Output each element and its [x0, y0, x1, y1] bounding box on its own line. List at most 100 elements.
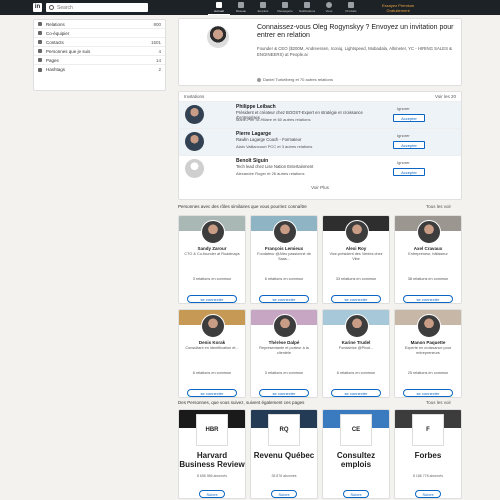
person-card[interactable]: François Lemieux Fondateur @Altro passion… — [250, 215, 318, 304]
connect-button[interactable]: se connecter — [259, 389, 309, 397]
sidebar-item-relations[interactable]: Relations 800 — [34, 20, 165, 29]
page-name[interactable]: Revenu Québec — [251, 451, 317, 460]
person-name[interactable]: Karine Trudel — [323, 340, 389, 345]
pages-see-all-link[interactable]: Tous les voir — [426, 400, 451, 405]
connect-button[interactable]: se connecter — [403, 295, 453, 303]
suggestion-title: Connaissez-vous Oleg Rogynskyy ? Envoyez… — [257, 24, 454, 39]
person-name[interactable]: Sandy Zarour — [179, 246, 245, 251]
page-logo[interactable]: HBR — [196, 414, 228, 446]
nav-label: Notifications — [298, 9, 316, 13]
person-name[interactable]: Manon Paquette — [395, 340, 461, 345]
ignore-button[interactable]: Ignorer — [397, 160, 410, 165]
avatar[interactable] — [345, 220, 369, 244]
sidebar-item-hashtags[interactable]: Hashtags 2 — [34, 65, 165, 74]
people-grid: Sandy Zarour CTO & Co-founder at Roadmaps… — [178, 215, 462, 398]
sidebar-item-contacts[interactable]: Contacts 1501 — [34, 38, 165, 47]
person-card[interactable]: Axel Cravaux Entrepreneur, bâtisseur 38 re… — [394, 215, 462, 304]
connect-button[interactable]: se connecter — [331, 295, 381, 303]
page-card[interactable]: F Forbes 8 186 778 abonnés Suivre — [394, 409, 462, 499]
avatar[interactable] — [185, 159, 204, 178]
connect-button[interactable]: se connecter — [331, 389, 381, 397]
accept-button[interactable]: Accepter — [393, 141, 425, 149]
person-name[interactable]: Thérèse Dalpé — [251, 340, 317, 345]
sidebar-item-label: Co-équipier — [46, 30, 70, 36]
page-name[interactable]: Harvard Business Review — [179, 451, 245, 469]
page-name[interactable]: Consultez emplois — [323, 451, 389, 469]
page-card[interactable]: HBR Harvard Business Review 8 658 986 abon… — [178, 409, 246, 499]
person-card[interactable]: Alexi Roy Vice-président des Ventes chez … — [322, 215, 390, 304]
page-logo[interactable]: RQ — [268, 414, 300, 446]
page-icon — [38, 58, 42, 62]
person-mutual: 3 relations en commun — [192, 277, 232, 281]
follow-button[interactable]: Suivre — [271, 490, 297, 498]
search-box[interactable] — [46, 3, 148, 12]
nav-item-messaging[interactable]: Messagerie — [274, 0, 296, 15]
sidebar-item-label: Relations — [46, 21, 65, 27]
nav-item-me[interactable]: Vous — [318, 0, 340, 15]
page-logo[interactable]: F — [412, 414, 444, 446]
pages-grid: HBR Harvard Business Review 8 658 986 abon… — [178, 409, 462, 499]
see-all-invitations-link[interactable]: Voir les 20 — [435, 94, 456, 99]
avatar[interactable] — [207, 26, 229, 48]
person-name[interactable]: Alexi Roy — [323, 246, 389, 251]
connect-button[interactable]: se connecter — [403, 389, 453, 397]
invitation-row: Pierre Lagarge Rawlin Lagarge Coach - Fo… — [179, 128, 461, 155]
sidebar-item-pages[interactable]: Pages 14 — [34, 56, 165, 65]
avatar[interactable] — [185, 132, 204, 151]
ignore-button[interactable]: Ignorer — [397, 106, 410, 111]
avatar[interactable] — [185, 105, 204, 124]
nav-item-network[interactable]: Réseau — [230, 0, 252, 15]
nav-item-products[interactable]: Produits — [340, 0, 362, 15]
connect-button[interactable]: se connecter — [187, 295, 237, 303]
avatar[interactable] — [345, 314, 369, 338]
connect-button[interactable]: se connecter — [187, 389, 237, 397]
page-name[interactable]: Forbes — [395, 451, 461, 460]
follow-button[interactable]: Suivre — [199, 490, 225, 498]
nav-label: Accueil — [214, 8, 224, 13]
messaging-icon — [282, 2, 288, 8]
premium-link[interactable]: Essayez Premium Gratuitement — [382, 3, 414, 13]
linkedin-logo[interactable]: in — [33, 3, 42, 12]
person-card[interactable]: Thérèse Dalpé Représentante et porteur à … — [250, 309, 318, 398]
person-card[interactable]: Denis Korak Consultant en Identification … — [178, 309, 246, 398]
team-icon — [38, 31, 42, 35]
person-name[interactable]: Denis Korak — [179, 340, 245, 345]
avatar[interactable] — [273, 314, 297, 338]
connect-button[interactable]: se connecter — [259, 295, 309, 303]
avatar[interactable] — [417, 314, 441, 338]
follow-button[interactable]: Suivre — [343, 490, 369, 498]
nav-item-jobs[interactable]: Emplois — [252, 0, 274, 15]
person-card[interactable]: Sandy Zarour CTO & Co-founder at Roadmaps… — [178, 215, 246, 304]
accept-button[interactable]: Accepter — [393, 114, 425, 122]
accept-button[interactable]: Accepter — [393, 168, 425, 176]
invitation-mutual: Alain Vaillancourt PCC et 3 autres relat… — [236, 144, 313, 149]
page-card[interactable]: CE Consultez emplois Suivre — [322, 409, 390, 499]
people-see-all-link[interactable]: Tous les voir — [426, 204, 451, 209]
avatar[interactable] — [273, 220, 297, 244]
page-card[interactable]: RQ Revenu Québec 28 876 abonnés Suivre — [250, 409, 318, 499]
nav-item-notifications[interactable]: Notifications — [296, 0, 318, 15]
top-navbar: in Accueil Réseau Emplois Messagerie Not… — [0, 0, 500, 15]
see-more-link[interactable]: Voir Plus — [179, 185, 461, 190]
premium-line2: Gratuitement — [386, 7, 410, 13]
sidebar-item-coequipier[interactable]: Co-équipier — [34, 29, 165, 38]
nav-item-home[interactable]: Accueil — [208, 0, 230, 15]
avatar[interactable] — [201, 314, 225, 338]
avatar[interactable] — [417, 220, 441, 244]
person-mutual: 38 relations en commun — [407, 277, 449, 281]
follow-button[interactable]: Suivre — [415, 490, 441, 498]
page-logo[interactable]: CE — [340, 414, 372, 446]
person-name[interactable]: François Lemieux — [251, 246, 317, 251]
person-card[interactable]: Manon Paquette Experte en croissance pour… — [394, 309, 462, 398]
person-name[interactable]: Axel Cravaux — [395, 246, 461, 251]
person-card[interactable]: Karine Trudel Fondatrice @Pivot... 6 relat… — [322, 309, 390, 398]
ignore-button[interactable]: Ignorer — [397, 133, 410, 138]
search-input[interactable] — [57, 4, 142, 11]
person-headline: Représentante et porteur à la clientèle — [259, 346, 309, 355]
person-mutual: 3 relations en commun — [264, 371, 304, 375]
sidebar-item-following[interactable]: Personnes que je suis 4 — [34, 47, 165, 56]
avatar[interactable] — [201, 220, 225, 244]
sidebar-item-count: 4 — [158, 48, 161, 54]
invitations-title: Invitations — [184, 94, 205, 99]
bell-icon — [304, 2, 310, 8]
